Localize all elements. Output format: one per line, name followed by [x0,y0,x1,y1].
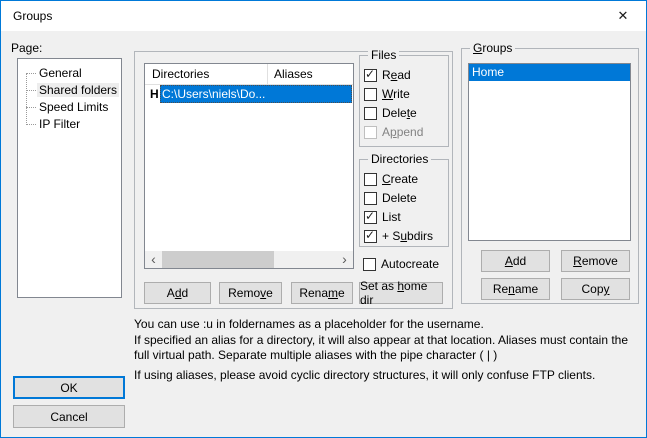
checkbox-box [364,126,377,139]
description-line: If specified an alias for a directory, i… [134,333,646,349]
read-checkbox[interactable]: ✓ Read [364,67,411,83]
remove-group-button[interactable]: Remove [561,250,630,272]
column-divider[interactable] [267,64,268,84]
subdirs-checkbox[interactable]: ✓ + Subdirs [364,228,433,244]
description-text: You can use :u in foldernames as a place… [134,317,646,383]
column-header-aliases[interactable]: Aliases [274,64,313,84]
close-icon: ✕ [618,8,629,24]
column-header-directories[interactable]: Directories [152,64,209,84]
window-title: Groups [13,1,52,31]
directory-path-selected: C:\Users\niels\Do... [160,85,352,103]
group-row-home[interactable]: Home [469,64,630,81]
set-as-home-dir-button[interactable]: Set as home dir [359,282,443,304]
append-checkbox: Append [364,124,423,140]
description-line: You can use :u in foldernames as a place… [134,317,646,333]
files-group-caption: Files [368,48,399,62]
directory-row[interactable]: H C:\Users\niels\Do... [145,85,353,104]
tree-item-speed-limits[interactable]: Speed Limits [18,99,121,116]
directories-group-caption: Directories [368,152,431,166]
checkbox-box [364,173,377,186]
checkbox-box [364,192,377,205]
title-bar[interactable]: Groups ✕ [1,1,646,31]
checkbox-box [364,107,377,120]
groups-list[interactable]: Home [468,63,631,241]
tree-item-ip-filter[interactable]: IP Filter [18,116,121,133]
home-marker: H [150,85,159,103]
ok-button[interactable]: OK [13,376,125,399]
tree-item-shared-folders[interactable]: Shared folders [18,82,121,99]
cancel-button[interactable]: Cancel [13,405,125,428]
checkbox-box [364,88,377,101]
checkbox-box: ✓ [364,211,377,224]
directories-list-header: Directories Aliases [145,64,353,85]
autocreate-checkbox[interactable]: Autocreate [363,256,439,272]
rename-group-button[interactable]: Rename [481,278,550,300]
tree-branch-line [26,73,36,74]
delete-directories-checkbox[interactable]: Delete [364,190,417,206]
rename-directory-button[interactable]: Rename [291,282,353,304]
horizontal-scrollbar[interactable]: ‹ › [145,251,353,268]
scrollbar-thumb[interactable] [162,251,274,268]
groups-dialog: Groups ✕ Page: General Shared folders Sp… [0,0,647,438]
checkbox-box: ✓ [364,69,377,82]
description-line: If using aliases, please avoid cyclic di… [134,368,646,384]
delete-files-checkbox[interactable]: Delete [364,105,417,121]
directories-list: Directories Aliases H C:\Users\niels\Do.… [144,63,354,269]
checkbox-box: ✓ [364,230,377,243]
copy-group-button[interactable]: Copy [561,278,630,300]
description-line: full virtual path. Separate multiple ali… [134,348,646,364]
add-group-button[interactable]: Add [481,250,550,272]
tree-branch-line [26,90,36,91]
list-checkbox[interactable]: ✓ List [364,209,401,225]
check-icon: ✓ [365,228,375,242]
scroll-right-arrow-icon[interactable]: › [336,251,353,268]
write-checkbox[interactable]: Write [364,86,410,102]
check-icon: ✓ [365,67,375,81]
scroll-left-arrow-icon[interactable]: ‹ [145,251,162,268]
tree-item-general[interactable]: General [18,65,121,82]
page-tree: General Shared folders Speed Limits IP F… [17,58,122,298]
tree-branch-line [26,124,36,125]
remove-directory-button[interactable]: Remove [219,282,282,304]
add-directory-button[interactable]: Add [144,282,211,304]
groups-group-caption: Groups [470,41,515,55]
create-checkbox[interactable]: Create [364,171,418,187]
tree-branch-line [26,107,36,108]
check-icon: ✓ [365,209,375,223]
page-label: Page: [11,41,42,55]
checkbox-box [363,258,376,271]
close-button[interactable]: ✕ [600,1,646,31]
